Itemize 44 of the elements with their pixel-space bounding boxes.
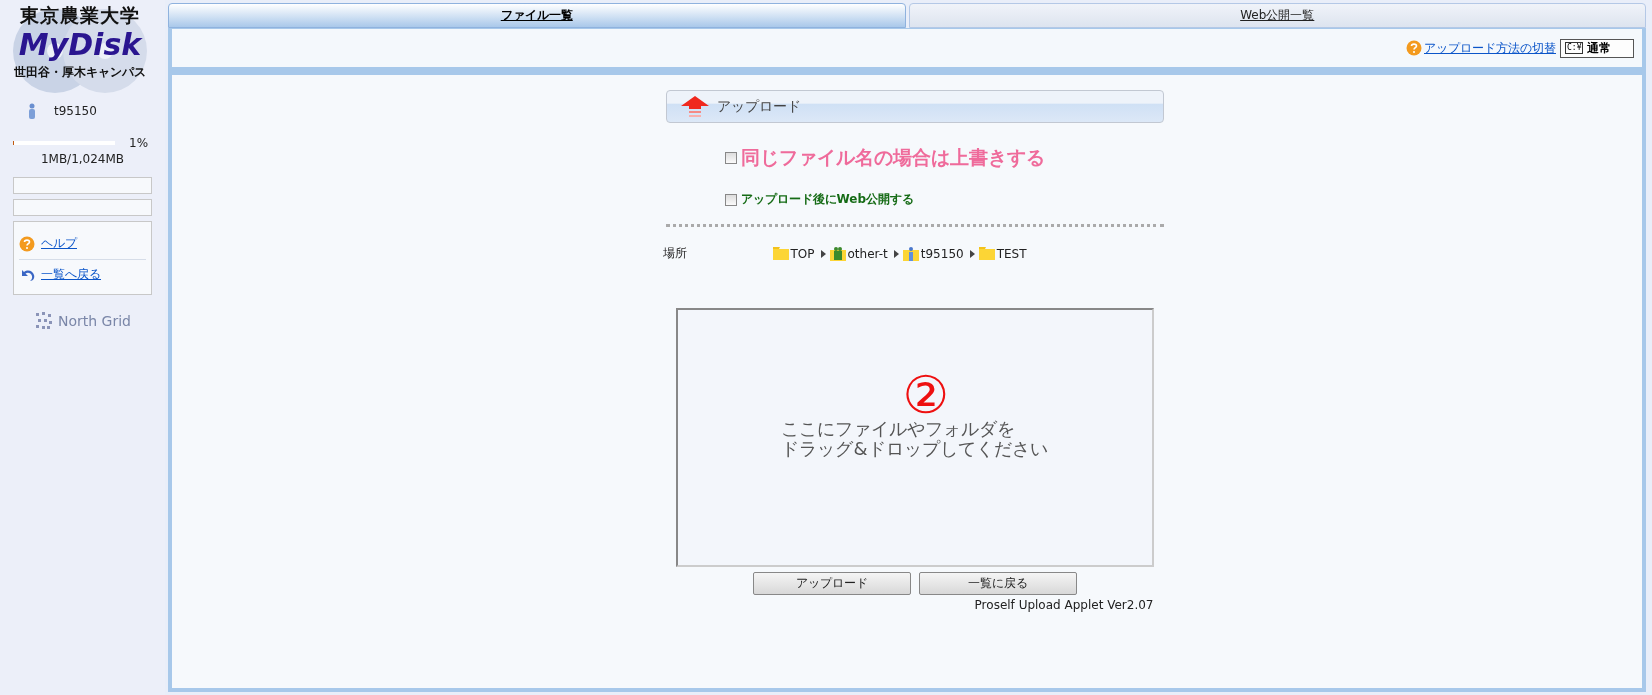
- mode-button[interactable]: C:¥ 通常: [1560, 38, 1634, 58]
- logo-campus: 世田谷・厚木キャンパス: [13, 64, 147, 81]
- sidebar-link[interactable]: ヘルプ: [41, 235, 77, 252]
- folder-people-icon: [829, 246, 846, 261]
- drop-hint: ここにファイルやフォルダを: [781, 418, 1017, 439]
- option-label: アップロード後にWeb公開する: [740, 191, 915, 208]
- separator-arrow-icon: [969, 249, 975, 258]
- location-label: 場所: [662, 245, 688, 262]
- grid-logo-icon: [34, 311, 54, 331]
- option-label: 同じファイル名の場合は上書きする: [740, 145, 1045, 170]
- tab[interactable]: Web公開一覧: [908, 3, 1646, 28]
- drop-area[interactable]: ここにファイルやフォルダを ドラッグ&ドロップしてください ②: [675, 308, 1154, 567]
- upload-arrow-icon: [680, 95, 709, 118]
- section-title: アップロード: [716, 97, 801, 116]
- footer-logo-text: North Grid: [58, 313, 131, 329]
- breadcrumb-item[interactable]: TEST: [996, 246, 1027, 261]
- person-icon: [28, 103, 36, 119]
- action-button[interactable]: アップロード: [752, 572, 911, 595]
- breadcrumb-item[interactable]: TOP: [790, 246, 815, 261]
- folder-icon: [978, 247, 995, 260]
- sidebar-link[interactable]: 一覧へ戻る: [41, 266, 101, 283]
- back-arrow-icon: [19, 267, 35, 282]
- user-name: t95150: [54, 104, 97, 118]
- separator-arrow-icon: [820, 249, 826, 258]
- action-button[interactable]: 一覧に戻る: [918, 572, 1077, 595]
- breadcrumb-item[interactable]: other-t: [847, 246, 888, 261]
- checkbox[interactable]: [724, 152, 737, 164]
- switch-method-link[interactable]: アップロード方法の切替: [1424, 39, 1556, 57]
- version-text: Proself Upload Applet Ver2.07: [973, 598, 1154, 612]
- logo-title: 東京農業大学: [19, 3, 141, 27]
- tab[interactable]: ファイル一覧: [168, 3, 906, 28]
- help-icon: [1406, 40, 1422, 56]
- folder-person-icon: [902, 246, 919, 261]
- checkbox[interactable]: [724, 193, 737, 206]
- drop-hint: ドラッグ&ドロップしてください: [781, 438, 1048, 459]
- folder-icon: [772, 247, 789, 260]
- drive-badge: C:¥: [1565, 42, 1584, 54]
- separator-arrow-icon: [893, 249, 899, 258]
- quota-usage: 1MB/1,024MB: [39, 152, 126, 166]
- logo-name: MyDisk: [17, 27, 144, 63]
- help-icon: [19, 235, 35, 252]
- quota-percent: 1%: [129, 136, 149, 150]
- mode-label: 通常: [1587, 39, 1612, 57]
- breadcrumb-item[interactable]: t95150: [920, 246, 964, 261]
